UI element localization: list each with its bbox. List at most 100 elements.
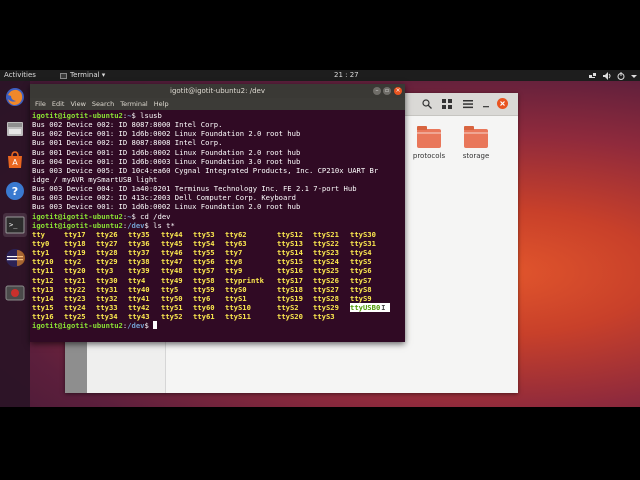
menu-view[interactable]: View	[70, 98, 85, 110]
files-minimize-button[interactable]	[479, 97, 493, 111]
ls-entry: tty29	[96, 257, 118, 267]
ls-entry: ttyS31	[350, 238, 376, 248]
app-menu[interactable]: Terminal ▾	[60, 70, 105, 81]
output-line: Bus 002 Device 002: ID 8087:8000 Intel C…	[32, 120, 223, 130]
ls-entry: tty10	[32, 257, 54, 267]
ls-entry: tty48	[161, 266, 183, 276]
files-search-button[interactable]	[420, 97, 434, 111]
system-tray[interactable]	[589, 70, 637, 80]
folder-label: storage	[462, 152, 490, 160]
ls-entry: tty51	[161, 302, 183, 312]
ls-entry: ttyS21	[313, 229, 339, 239]
firefox-launcher[interactable]	[3, 85, 27, 109]
volume-icon	[603, 72, 611, 80]
ls-entry: tty13	[32, 284, 54, 294]
ls-entry: tty42	[128, 302, 150, 312]
prompt-user: igotit@igotit-ubuntu2	[32, 111, 123, 120]
svg-text:A: A	[12, 158, 18, 167]
output-line: Bus 003 Device 005: ID 10c4:ea60 Cygnal …	[32, 165, 379, 175]
ls-entry: tty60	[193, 302, 215, 312]
files-icon	[7, 122, 23, 136]
ls-entry: ttyS7	[350, 275, 372, 285]
ls-entry: tty5	[161, 284, 179, 294]
ls-entry-highlighted: ttyUSB0I	[350, 302, 390, 313]
app-menu-label: Terminal ▾	[70, 71, 106, 79]
ls-entry: tty26	[96, 229, 118, 239]
terminal-close-button[interactable]: ×	[394, 87, 402, 95]
ls-entry: tty0	[32, 238, 50, 248]
files-close-button[interactable]	[497, 98, 508, 109]
menu-terminal[interactable]: Terminal	[120, 98, 147, 110]
terminal-launcher[interactable]: >_	[3, 213, 27, 237]
prompt-user: igotit@igotit-ubuntu2	[32, 220, 123, 230]
files-menu-button[interactable]	[461, 97, 475, 111]
terminal-output[interactable]: igotit@igotit-ubuntu2:~$ lsusb Bus 002 D…	[32, 111, 402, 341]
ls-entry: ttyS0	[225, 284, 247, 294]
clock[interactable]: 21 : 27	[334, 70, 359, 81]
ls-row: tty11 tty20 tty3 tty39 tty48 tty57 tty9 ttyS16 t…	[32, 266, 402, 275]
text-cursor	[153, 321, 158, 330]
ls-entry: ttyprintk	[225, 275, 264, 285]
ls-row: tty tty17 tty26 tty35 tty44 tty53 tty62 ttyS12 t…	[32, 230, 402, 239]
terminal-maximize-button[interactable]: ▫	[383, 87, 391, 95]
folder-item[interactable]: storage	[451, 126, 501, 160]
ls-entry: ttyS25	[313, 266, 339, 276]
folder-item[interactable]: protocols	[404, 126, 454, 160]
ls-entry: tty9	[225, 266, 243, 276]
ls-entry: ttyS1	[225, 293, 247, 303]
ls-entry: ttyS8	[350, 284, 372, 294]
menu-search[interactable]: Search	[92, 98, 114, 110]
ls-entry: ttyS3	[313, 312, 335, 322]
ls-entry: tty28	[96, 248, 118, 258]
files-grid-view-button[interactable]	[440, 97, 454, 111]
ls-entry: ttyS5	[350, 257, 372, 267]
ls-entry: tty37	[128, 248, 150, 258]
ls-entry: tty7	[225, 248, 243, 258]
ls-entry: ttyS20	[277, 312, 303, 322]
ls-entry: tty40	[128, 284, 150, 294]
ls-entry: tty1	[32, 248, 50, 258]
terminal-titlebar[interactable]: igotit@igotit-ubuntu2: /dev – ▫ ×	[30, 84, 405, 98]
ls-entry: tty22	[64, 284, 86, 294]
software-center-icon: A	[8, 151, 22, 168]
help-launcher[interactable]: ?	[3, 179, 27, 203]
terminal-window[interactable]: igotit@igotit-ubuntu2: /dev – ▫ × File E…	[30, 84, 405, 342]
grid-view-icon	[442, 99, 452, 109]
activities-button[interactable]: Activities	[4, 70, 36, 81]
chevron-down-icon	[631, 75, 637, 78]
ls-entry: tty34	[96, 312, 118, 322]
ls-entry: ttyS17	[277, 275, 303, 285]
ls-entry: tty63	[225, 238, 247, 248]
output-line: idge / myAVR mySmartUSB light	[32, 174, 158, 184]
prompt-line: igotit@igotit-ubuntu2:/dev$ ls t*	[32, 220, 175, 230]
ls-entry: tty27	[96, 238, 118, 248]
menu-edit[interactable]: Edit	[52, 98, 65, 110]
prompt-dir: /dev	[127, 220, 145, 230]
ls-entry: ttyS12	[277, 229, 303, 239]
screenshot-launcher[interactable]	[3, 281, 27, 305]
ls-entry: ttyS19	[277, 293, 303, 303]
terminal-menubar: File Edit View Search Terminal Help	[30, 98, 405, 110]
ls-entry: tty44	[161, 229, 183, 239]
ls-output: tty tty17 tty26 tty35 tty44 tty53 tty62 ttyS12 t…	[32, 230, 402, 321]
ls-entry: tty41	[128, 293, 150, 303]
ls-entry: tty19	[64, 248, 86, 258]
terminal-minimize-button[interactable]: –	[373, 87, 381, 95]
search-icon	[422, 99, 432, 109]
prompt-line: igotit@igotit-ubuntu2:~$ cd /dev	[32, 211, 171, 221]
ls-entry: tty38	[128, 257, 150, 267]
ls-entry: ttyS11	[225, 312, 251, 322]
ls-entry: tty6	[193, 293, 211, 303]
ls-entry: ttyS30	[350, 229, 376, 239]
ls-row: tty16 tty25 tty34 tty43 tty52 tty61 ttyS11 ttyS…	[32, 312, 402, 321]
files-launcher[interactable]	[3, 117, 27, 141]
menu-file[interactable]: File	[35, 98, 46, 110]
eclipse-launcher[interactable]	[3, 246, 27, 270]
prompt-command: lsusb	[135, 111, 162, 120]
ls-entry: ttyS9	[350, 293, 372, 303]
launcher-dock: A ? >_	[0, 81, 30, 407]
ls-entry: tty3	[96, 266, 114, 276]
ls-entry: ttyS14	[277, 248, 303, 258]
software-launcher[interactable]: A	[3, 148, 27, 172]
menu-help[interactable]: Help	[154, 98, 169, 110]
